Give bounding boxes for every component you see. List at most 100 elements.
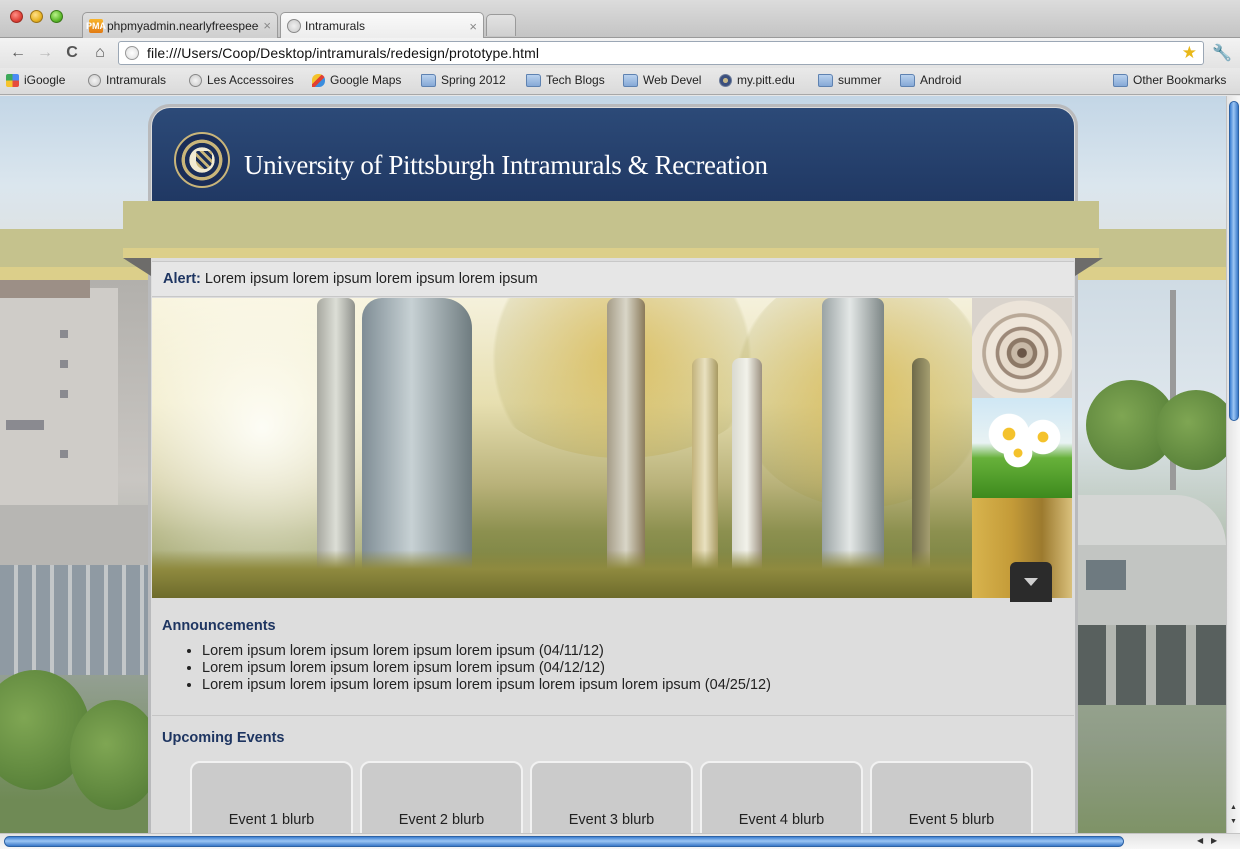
announcement-item[interactable]: Lorem ipsum lorem ipsum lorem ipsum lore… [202, 677, 771, 694]
minimize-window-button[interactable] [30, 10, 43, 23]
bookmark-label: Les Accessoires [207, 73, 294, 87]
alert-bar: Alert: Lorem ipsum lorem ipsum lorem ips… [152, 261, 1074, 297]
ribbon-fold-left [123, 258, 151, 276]
home-icon[interactable]: ⌂ [90, 43, 110, 63]
scroll-down-icon[interactable]: ▼ [1230, 818, 1237, 825]
nav-ribbon [123, 201, 1099, 258]
globe-icon [88, 73, 101, 87]
tab-title: Intramurals [305, 19, 366, 33]
page-viewport: University of Pittsburgh Intramurals & R… [0, 96, 1226, 833]
bookmark-igoogle[interactable]: iGoogle [6, 73, 65, 87]
event-blurb: Event 5 blurb [908, 812, 995, 828]
page-globe-icon [125, 46, 139, 60]
horizontal-scroll-thumb[interactable] [4, 836, 1124, 847]
scroll-up-icon[interactable]: ▲ [1230, 804, 1237, 811]
announcements-list: Lorem ipsum lorem ipsum lorem ipsum lore… [202, 643, 771, 694]
background-campus-photo-left [0, 280, 148, 833]
event-blurb: Event 2 blurb [398, 812, 485, 828]
section-divider [152, 715, 1074, 716]
new-tab-button[interactable] [486, 14, 516, 36]
globe-icon [287, 19, 301, 33]
bookmark-label: Android [920, 73, 962, 87]
scroll-left-icon[interactable]: ◀ [1197, 836, 1203, 845]
bookmark-my-pitt[interactable]: my.pitt.edu [719, 73, 795, 87]
forward-arrow-icon[interactable]: → [35, 43, 55, 63]
bookmark-folder-tech-blogs[interactable]: Tech Blogs [526, 73, 605, 87]
browser-tab-strip: PMA phpmyadmin.nearlyfreespeech × Intram… [0, 0, 1240, 39]
folder-icon [623, 73, 638, 87]
event-card[interactable]: Event 1 blurb [190, 761, 353, 833]
bookmark-label: iGoogle [24, 73, 66, 87]
folder-icon [818, 73, 833, 87]
chevron-down-icon [1024, 578, 1038, 586]
slideshow-main-image[interactable] [152, 298, 972, 598]
slideshow-thumbnails [972, 298, 1072, 598]
slideshow-expand-button[interactable] [1010, 562, 1052, 602]
announcement-item[interactable]: Lorem ipsum lorem ipsum lorem ipsum lore… [202, 643, 771, 660]
folder-icon [526, 73, 541, 87]
bookmark-label: summer [838, 73, 882, 87]
background-campus-photo-right [1076, 280, 1226, 833]
close-window-button[interactable] [10, 10, 23, 23]
bookmark-label: Spring 2012 [441, 73, 506, 87]
site-header: University of Pittsburgh Intramurals & R… [152, 108, 1074, 203]
bookmark-label: Other Bookmarks [1133, 73, 1227, 87]
bookmark-google-maps[interactable]: Google Maps [312, 73, 401, 87]
tab-phpmyadmin[interactable]: PMA phpmyadmin.nearlyfreespeech × [82, 12, 278, 38]
bookmark-label: Tech Blogs [546, 73, 605, 87]
event-card[interactable]: Event 5 blurb [870, 761, 1033, 833]
event-card[interactable]: Event 4 blurb [700, 761, 863, 833]
vertical-scroll-thumb[interactable] [1229, 101, 1239, 421]
tab-intramurals[interactable]: Intramurals × [280, 12, 484, 39]
back-arrow-icon[interactable]: ← [8, 43, 28, 63]
zoom-window-button[interactable] [50, 10, 63, 23]
bookmark-label: Intramurals [106, 73, 167, 87]
bookmark-folder-summer[interactable]: summer [818, 73, 881, 87]
igoogle-icon [6, 73, 19, 87]
announcement-item[interactable]: Lorem ipsum lorem ipsum lorem ipsum lore… [202, 660, 771, 677]
phpmyadmin-icon: PMA [86, 18, 106, 33]
ribbon-fold-right [1075, 258, 1103, 276]
bookmark-les-accessoires[interactable]: Les Accessoires [189, 73, 294, 87]
bookmark-label: Google Maps [330, 73, 402, 87]
site-title[interactable]: University of Pittsburgh Intramurals & R… [244, 150, 768, 181]
address-url[interactable]: file:///Users/Coop/Desktop/intramurals/r… [147, 45, 539, 61]
browser-toolbar: ← → C ⌂ file:///Users/Coop/Desktop/intra… [0, 38, 1240, 68]
site-container: University of Pittsburgh Intramurals & R… [123, 104, 1103, 833]
upcoming-events-heading: Upcoming Events [162, 730, 285, 746]
scroll-right-icon[interactable]: ▶ [1211, 836, 1217, 845]
bookmark-folder-other[interactable]: Other Bookmarks [1113, 73, 1226, 87]
thumbnail-shell[interactable] [972, 298, 1072, 398]
folder-icon [421, 73, 436, 87]
bookmark-label: Web Devel [643, 73, 702, 87]
close-tab-icon[interactable]: × [263, 18, 271, 33]
event-card[interactable]: Event 2 blurb [360, 761, 523, 833]
thumbnail-daisies[interactable] [972, 398, 1072, 498]
bookmarks-bar: iGoogle Intramurals Les Accessoires Goog… [0, 68, 1240, 95]
pitt-icon [719, 73, 732, 87]
bookmark-intramurals[interactable]: Intramurals [88, 73, 166, 87]
event-blurb: Event 1 blurb [228, 812, 315, 828]
events-row: Event 1 blurb Event 2 blurb Event 3 blur… [190, 761, 1040, 833]
close-tab-icon[interactable]: × [469, 19, 477, 34]
folder-icon [900, 73, 915, 87]
bookmark-folder-web-devel[interactable]: Web Devel [623, 73, 701, 87]
event-card[interactable]: Event 3 blurb [530, 761, 693, 833]
reload-icon[interactable]: C [62, 43, 82, 63]
bookmark-folder-spring-2012[interactable]: Spring 2012 [421, 73, 506, 87]
alert-text: Lorem ipsum lorem ipsum lorem ipsum lore… [204, 271, 538, 287]
google-maps-icon [312, 73, 325, 87]
announcements-heading: Announcements [162, 618, 276, 634]
bookmark-star-icon[interactable]: ★ [1182, 43, 1197, 63]
bookmark-label: my.pitt.edu [737, 73, 795, 87]
wrench-menu-icon[interactable]: 🔧 [1212, 43, 1232, 63]
horizontal-scrollbar[interactable]: ◀ ▶ [0, 833, 1240, 849]
event-blurb: Event 4 blurb [738, 812, 825, 828]
address-bar[interactable]: file:///Users/Coop/Desktop/intramurals/r… [118, 41, 1204, 65]
event-blurb: Event 3 blurb [568, 812, 655, 828]
university-seal-logo[interactable] [174, 132, 230, 188]
vertical-scrollbar[interactable]: ▲ ▼ [1226, 96, 1240, 833]
folder-icon [1113, 73, 1128, 87]
bookmark-folder-android[interactable]: Android [900, 73, 961, 87]
globe-icon [189, 73, 202, 87]
